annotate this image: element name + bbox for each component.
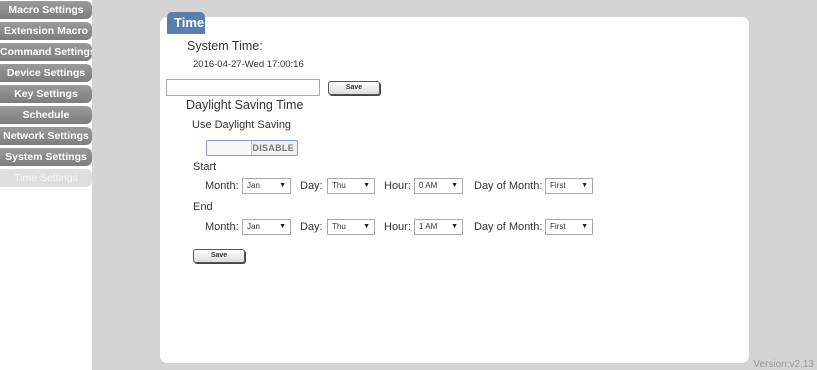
sidebar-item-time-settings[interactable]: Time Settings: [0, 169, 92, 187]
start-dom-select[interactable]: First ▼: [545, 178, 593, 194]
start-day-select[interactable]: Thu ▼: [327, 178, 375, 194]
sidebar-item-device-settings[interactable]: Device Settings: [0, 64, 92, 82]
end-hour-select[interactable]: 1 AM ▼: [414, 219, 463, 235]
end-dom-label: Day of Month:: [474, 221, 543, 233]
start-day-value: Thu: [332, 181, 346, 190]
start-day-label: Day:: [300, 180, 323, 192]
start-dom-value: First: [550, 181, 566, 190]
start-heading: Start: [193, 161, 217, 173]
end-hour-value: 1 AM: [419, 222, 438, 231]
dropdown-caret-icon: ▼: [581, 182, 588, 189]
system-time-input[interactable]: [166, 79, 320, 96]
end-month-value: Jan: [247, 222, 260, 231]
start-hour-value: 0 AM: [419, 181, 438, 190]
sidebar-item-schedule[interactable]: Schedule: [0, 106, 92, 124]
system-time-value: 2016-04-27-Wed 17:00:16: [193, 59, 304, 70]
dropdown-caret-icon: ▼: [451, 223, 458, 230]
dropdown-caret-icon: ▼: [451, 182, 458, 189]
toggle-knob: [207, 141, 252, 155]
start-dom-label: Day of Month:: [474, 180, 543, 192]
start-month-value: Jan: [247, 181, 260, 190]
sidebar-nav: Macro Settings Extension Macro Command S…: [0, 0, 92, 370]
sidebar-item-extension-macro[interactable]: Extension Macro: [0, 22, 92, 40]
dst-heading: Daylight Saving Time: [186, 98, 304, 112]
end-day-label: Day:: [300, 221, 323, 233]
sidebar-item-network-settings[interactable]: Network Settings: [0, 127, 92, 145]
save-time-button[interactable]: Save: [328, 81, 380, 95]
sidebar-item-command-settings[interactable]: Command Settings: [0, 43, 92, 61]
end-heading: End: [193, 201, 213, 213]
end-hour-label: Hour:: [384, 221, 411, 233]
start-month-select[interactable]: Jan ▼: [242, 178, 291, 194]
start-hour-select[interactable]: 0 AM ▼: [414, 178, 463, 194]
end-day-select[interactable]: Thu ▼: [327, 219, 375, 235]
end-dom-value: First: [550, 222, 566, 231]
sidebar-item-key-settings[interactable]: Key Settings: [0, 85, 92, 103]
dropdown-caret-icon: ▼: [279, 182, 286, 189]
end-month-select[interactable]: Jan ▼: [242, 219, 291, 235]
system-time-heading: System Time:: [187, 39, 263, 53]
dst-toggle-state: DISABLE: [252, 143, 294, 153]
dst-toggle[interactable]: DISABLE: [206, 140, 298, 156]
sidebar-item-macro-settings[interactable]: Macro Settings: [0, 1, 92, 19]
save-dst-button[interactable]: Save: [193, 249, 245, 263]
dropdown-caret-icon: ▼: [279, 223, 286, 230]
use-dst-label: Use Daylight Saving: [192, 119, 292, 131]
dropdown-caret-icon: ▼: [363, 223, 370, 230]
dropdown-caret-icon: ▼: [581, 223, 588, 230]
panel-title: Time: [167, 12, 205, 34]
end-day-value: Thu: [332, 222, 346, 231]
start-hour-label: Hour:: [384, 180, 411, 192]
version-label: Version:v2.13: [753, 359, 814, 370]
end-dom-select[interactable]: First ▼: [545, 219, 593, 235]
start-month-label: Month:: [205, 180, 239, 192]
sidebar-item-system-settings[interactable]: System Settings: [0, 148, 92, 166]
dropdown-caret-icon: ▼: [363, 182, 370, 189]
end-month-label: Month:: [205, 221, 239, 233]
